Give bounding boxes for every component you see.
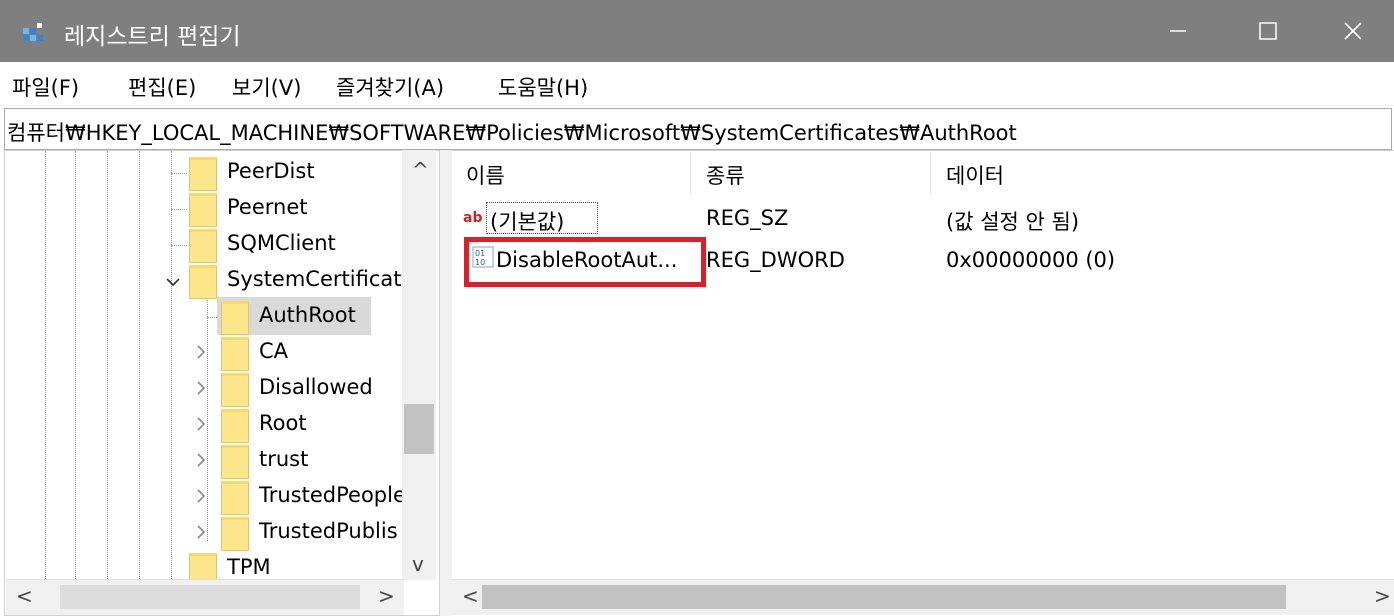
tree-item-trustedpublisher[interactable]: TrustedPublis — [259, 519, 398, 543]
expander-icon[interactable] — [191, 413, 211, 437]
tree-item-systemcertificates[interactable]: SystemCertificat — [227, 267, 401, 291]
chevron-right-icon — [197, 525, 206, 539]
scroll-left-arrow-icon[interactable]: < — [16, 584, 33, 608]
tree-item-root[interactable]: Root — [259, 411, 307, 435]
value-type: REG_DWORD — [706, 248, 845, 272]
scroll-right-arrow-icon[interactable]: > — [378, 584, 395, 608]
list-horizontal-scroll-thumb[interactable] — [482, 585, 1286, 609]
tree-item-peerdist[interactable]: PeerDist — [227, 159, 315, 183]
string-value-icon: ab — [462, 208, 484, 226]
column-header-name[interactable]: 이름 — [466, 160, 505, 190]
chevron-down-icon — [166, 278, 180, 287]
chevron-right-icon — [197, 453, 206, 467]
tree-guide — [107, 151, 108, 581]
column-divider[interactable] — [690, 152, 691, 194]
column-header-data[interactable]: 데이터 — [946, 160, 1004, 190]
folder-icon — [221, 445, 249, 479]
folder-icon — [189, 265, 217, 299]
tree-item-disallowed[interactable]: Disallowed — [259, 375, 373, 399]
close-button[interactable] — [1310, 0, 1394, 62]
menu-help[interactable]: 도움말(H) — [498, 72, 588, 102]
value-type: REG_SZ — [706, 206, 789, 230]
scroll-up-arrow-icon[interactable]: ^ — [412, 158, 429, 182]
chevron-right-icon — [197, 417, 206, 431]
tree-item-trustedpeople[interactable]: TrustedPeople — [259, 483, 406, 507]
address-path[interactable]: 컴퓨터₩HKEY_LOCAL_MACHINE₩SOFTWARE₩Policies… — [7, 117, 1017, 147]
folder-icon — [189, 157, 217, 191]
folder-icon — [221, 373, 249, 407]
expander-collapse-icon[interactable] — [163, 269, 183, 293]
column-header-type[interactable]: 종류 — [706, 160, 745, 190]
tree-connector — [171, 173, 187, 174]
scroll-down-arrow-icon[interactable]: v — [412, 552, 424, 576]
folder-icon — [221, 301, 249, 335]
expander-icon[interactable] — [191, 449, 211, 473]
pane-splitter[interactable] — [440, 150, 452, 616]
tree-connector — [171, 209, 187, 210]
tree-item-sqmclient[interactable]: SQMClient — [227, 231, 336, 255]
folder-icon — [189, 193, 217, 227]
tree-item-peernet[interactable]: Peernet — [227, 195, 307, 219]
column-divider[interactable] — [930, 152, 931, 194]
minimize-button[interactable] — [1135, 0, 1221, 62]
tree-pane[interactable]: PeerDist Peernet SQMClient SystemCertifi… — [4, 150, 440, 616]
svg-text:ab: ab — [463, 210, 482, 226]
tree-guide — [75, 151, 76, 581]
tree-vertical-scroll-thumb[interactable] — [404, 404, 434, 454]
menu-edit[interactable]: 편집(E) — [128, 72, 196, 102]
tree-horizontal-scroll-thumb[interactable] — [60, 585, 360, 609]
chevron-right-icon — [197, 381, 206, 395]
chevron-right-icon — [197, 489, 206, 503]
tree-item-ca[interactable]: CA — [259, 339, 288, 363]
folder-icon — [189, 229, 217, 263]
expander-icon[interactable] — [191, 341, 211, 365]
tree-guide — [45, 151, 46, 581]
folder-icon — [221, 517, 249, 551]
tree-item-tpm[interactable]: TPM — [227, 555, 271, 579]
folder-icon — [221, 337, 249, 371]
minimize-icon — [1170, 30, 1186, 32]
expander-icon[interactable] — [191, 377, 211, 401]
tree-item-authroot[interactable]: AuthRoot — [259, 303, 356, 327]
chevron-right-icon — [197, 345, 206, 359]
folder-icon — [221, 481, 249, 515]
folder-icon — [221, 409, 249, 443]
window-title: 레지스트리 편집기 — [64, 24, 241, 50]
value-data: 0x00000000 (0) — [946, 248, 1116, 272]
tree-item-trust[interactable]: trust — [259, 447, 308, 471]
tree-connector — [171, 245, 187, 246]
tree-guide — [139, 151, 140, 581]
menu-favorites[interactable]: 즐겨찾기(A) — [336, 72, 444, 102]
tree-vertical-scrollbar[interactable] — [402, 150, 436, 580]
scroll-left-arrow-icon[interactable]: < — [462, 584, 479, 608]
expander-icon[interactable] — [191, 521, 211, 545]
maximize-button[interactable] — [1225, 0, 1311, 62]
value-name[interactable]: (기본값) — [490, 206, 564, 236]
highlight-box — [464, 237, 706, 287]
maximize-icon — [1259, 22, 1277, 40]
menu-bar: 파일(F) 편집(E) 보기(V) 즐겨찾기(A) 도움말(H) — [0, 62, 1394, 106]
registry-editor-icon — [23, 23, 43, 41]
tree-guide — [171, 151, 172, 581]
expander-icon[interactable] — [191, 485, 211, 509]
address-bar[interactable]: 컴퓨터₩HKEY_LOCAL_MACHINE₩SOFTWARE₩Policies… — [4, 108, 1392, 150]
close-icon — [1344, 22, 1362, 40]
menu-file[interactable]: 파일(F) — [12, 72, 79, 102]
scroll-right-arrow-icon[interactable]: > — [1374, 584, 1391, 608]
title-bar: 레지스트리 편집기 — [0, 0, 1394, 62]
value-data: (값 설정 안 됨) — [946, 210, 1080, 234]
menu-view[interactable]: 보기(V) — [232, 72, 301, 102]
